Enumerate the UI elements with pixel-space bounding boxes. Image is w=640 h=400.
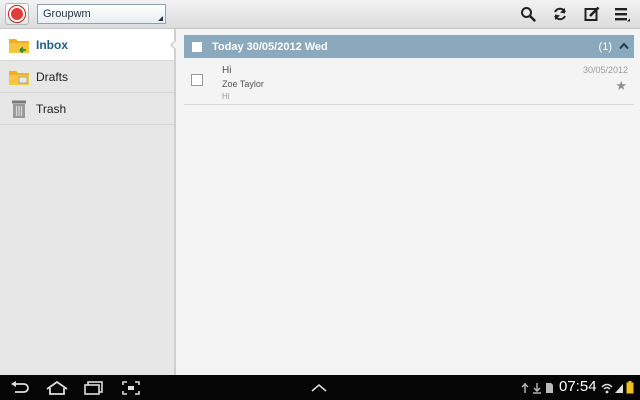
message-date: 30/05/2012 (582, 65, 628, 75)
message-subject: Hi (222, 65, 232, 76)
home-button[interactable] (46, 379, 68, 396)
download-icon (533, 382, 541, 394)
inbox-folder-icon (9, 38, 29, 53)
back-button[interactable] (10, 379, 30, 396)
trash-icon (12, 100, 26, 118)
sidebar-item-trash[interactable]: Trash (0, 93, 174, 125)
status-indicators (520, 379, 554, 396)
message-checkbox[interactable] (191, 74, 203, 86)
battery-icon (626, 381, 634, 394)
sidebar-item-drafts[interactable]: Drafts (0, 61, 174, 93)
sd-card-icon (546, 382, 553, 393)
compose-icon (584, 6, 600, 21)
message-list: Today 30/05/2012 Wed (1) Hi Zoe Taylor H… (178, 29, 640, 375)
clock: 07:54 (559, 378, 597, 395)
star-icon[interactable]: ★ (615, 79, 627, 92)
recent-apps-icon (84, 380, 103, 395)
recent-apps-button[interactable] (84, 379, 104, 396)
signal-icon (615, 383, 623, 393)
usb-icon (521, 382, 529, 393)
refresh-icon (554, 7, 566, 21)
sidebar-item-label: Trash (36, 101, 67, 116)
sidebar-item-inbox[interactable]: Inbox (0, 29, 178, 61)
up-chevron-button[interactable] (310, 379, 328, 396)
search-icon (521, 7, 536, 22)
compose-button[interactable] (580, 4, 604, 24)
group-count: (1) (598, 40, 612, 53)
menu-icon (615, 8, 630, 22)
screenshot-button[interactable] (122, 379, 140, 396)
message-row[interactable]: Hi Zoe Taylor Hi 30/05/2012 ★ (184, 58, 634, 105)
account-name: Groupwm (43, 8, 91, 20)
wifi-icon (601, 383, 613, 393)
connectivity-indicators (601, 379, 634, 396)
sidebar-item-label: Drafts (36, 69, 69, 84)
screenshot-icon (122, 380, 140, 395)
dropdown-corner-icon (158, 16, 163, 21)
email-app-icon[interactable] (5, 3, 29, 25)
system-navigation-bar: 07:54 (0, 375, 640, 400)
drafts-folder-icon (9, 70, 29, 85)
top-toolbar: Groupwm (0, 0, 640, 29)
menu-button[interactable] (610, 4, 634, 24)
date-group-label: Today 30/05/2012 Wed (212, 40, 328, 53)
back-icon (11, 380, 29, 393)
up-chevron-icon (311, 383, 327, 392)
collapse-chevron-icon[interactable] (619, 42, 629, 50)
search-button[interactable] (516, 4, 540, 24)
sidebar-item-label: Inbox (36, 37, 68, 52)
refresh-button[interactable] (548, 4, 572, 24)
folder-sidebar: Inbox Drafts Trash (0, 29, 178, 375)
home-icon (46, 380, 68, 395)
selected-pointer (170, 39, 178, 51)
date-group-header[interactable]: Today 30/05/2012 Wed (1) (184, 35, 634, 58)
message-sender: Zoe Taylor (222, 79, 264, 89)
message-preview: Hi (222, 92, 230, 101)
account-selector[interactable]: Groupwm (37, 4, 166, 24)
group-select-checkbox[interactable] (192, 41, 202, 52)
